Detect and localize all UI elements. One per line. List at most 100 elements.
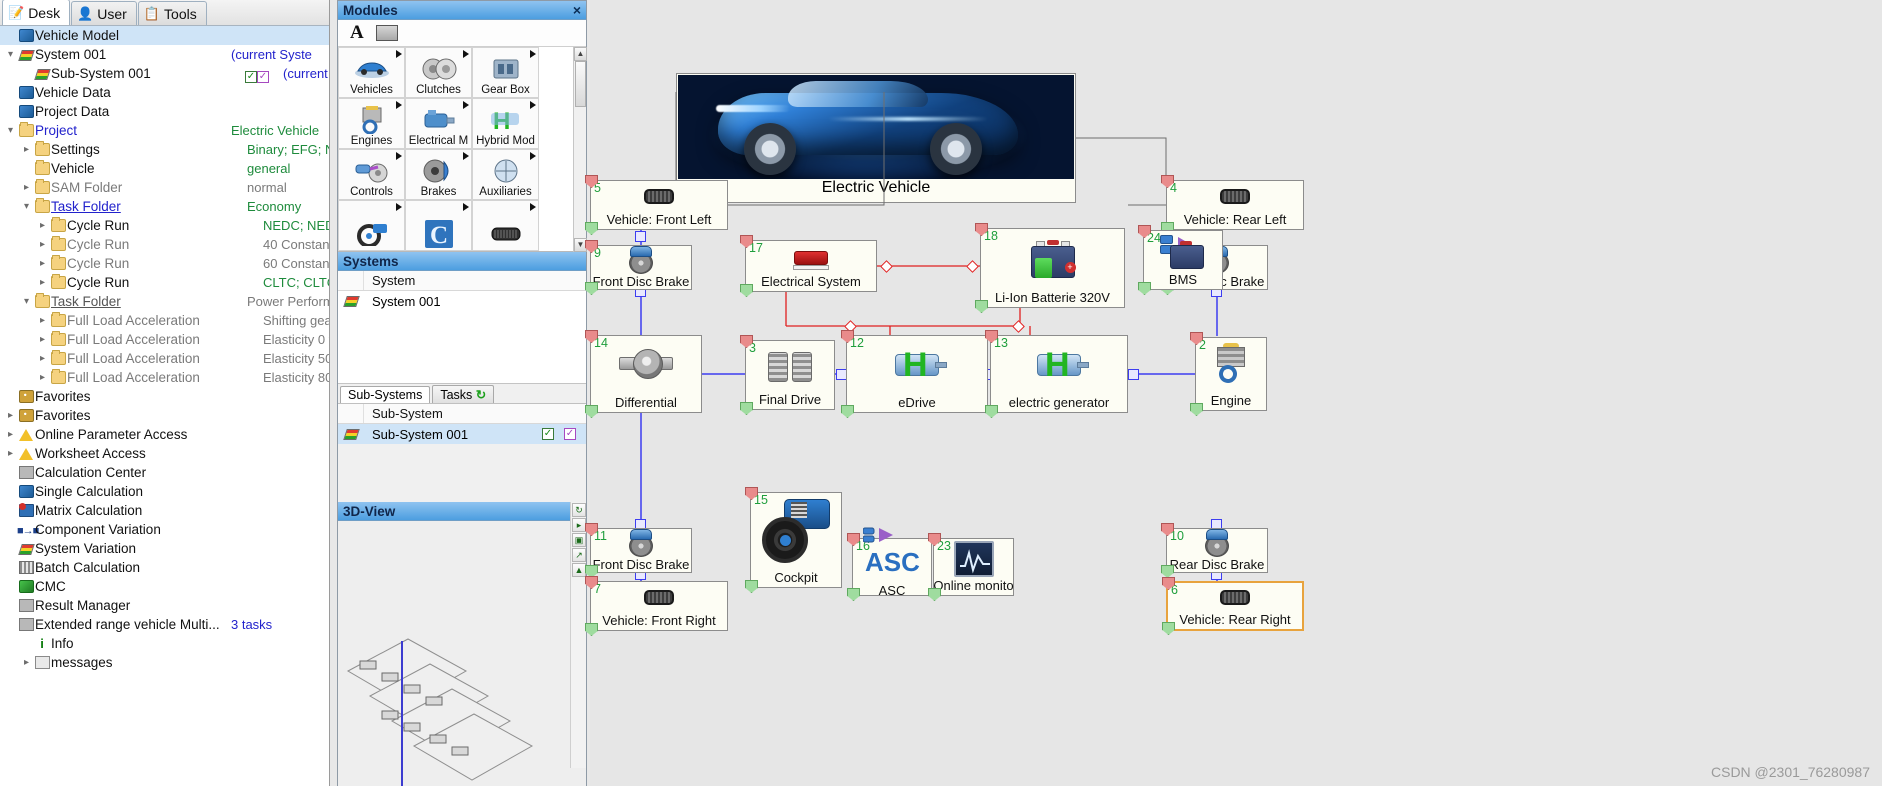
chevron-icon[interactable]: ▸ <box>36 353 49 364</box>
module-cell-gear-box[interactable]: Gear Box <box>472 47 539 98</box>
tab-user[interactable]: 👤 User <box>71 1 137 25</box>
tab-sub-systems[interactable]: Sub-Systems <box>340 386 431 403</box>
output-pin[interactable] <box>847 588 860 601</box>
tree-item-favorites[interactable]: Favorites <box>0 387 329 406</box>
chevron-icon[interactable]: ▸ <box>36 315 49 326</box>
connector-diamond[interactable] <box>966 260 979 273</box>
node-electric-generator[interactable]: 13 Helectric generator <box>985 330 1128 418</box>
pointer-icon[interactable]: ▸ <box>572 518 586 532</box>
tree-item-system-001[interactable]: ▾ System 001 (current Syste <box>0 45 329 64</box>
tree-item-vehicle[interactable]: Vehicle general <box>0 159 329 178</box>
tree-item-vehicle-model[interactable]: Vehicle Model <box>0 26 329 45</box>
chevron-right-icon[interactable] <box>396 152 402 160</box>
chevron-right-icon[interactable] <box>396 50 402 58</box>
table-row[interactable]: System 001 <box>338 291 586 311</box>
subsystems-table[interactable]: Sub-System Sub-System 001 ✓ ✓ <box>338 403 586 444</box>
tree-item-sam-folder[interactable]: ▸ SAM Folder normal <box>0 178 329 197</box>
output-pin[interactable] <box>985 405 998 418</box>
table-row[interactable]: Sub-System 001 ✓ ✓ <box>338 424 586 444</box>
tree-item-online-parameter-access[interactable]: ▸ Online Parameter Access <box>0 425 329 444</box>
chevron-icon[interactable]: ▸ <box>4 410 17 421</box>
module-cell-hybrid-mod[interactable]: HHybrid Mod <box>472 98 539 149</box>
tree-item-favorites[interactable]: ▸ Favorites <box>0 406 329 425</box>
node-cockpit[interactable]: 15 Cockpit <box>745 487 842 593</box>
output-pin[interactable] <box>841 405 854 418</box>
tree-item-component-variation[interactable]: ■→■ Component Variation <box>0 520 329 539</box>
tree-item-cycle-run[interactable]: ▸ Cycle Run NEDC; NEDC <box>0 216 329 235</box>
tab-tools[interactable]: 📋 Tools <box>137 1 207 25</box>
module-cell-constants[interactable]: C <box>405 200 472 251</box>
output-pin[interactable] <box>1162 622 1175 635</box>
output-pin[interactable] <box>740 284 753 297</box>
text-tool-icon[interactable]: A <box>350 22 364 44</box>
chevron-icon[interactable]: ▸ <box>20 657 33 668</box>
node-bms[interactable]: 24 BMS <box>1138 225 1223 295</box>
connector-square[interactable] <box>1128 369 1139 380</box>
tree-item-matrix-calculation[interactable]: Matrix Calculation <box>0 501 329 520</box>
tree-item-task-folder[interactable]: ▾ Task Folder Power Perform <box>0 292 329 311</box>
chevron-icon[interactable]: ▸ <box>20 182 33 193</box>
output-pin[interactable] <box>975 300 988 313</box>
chevron-right-icon[interactable] <box>463 203 469 211</box>
node-engine[interactable]: 2 Engine <box>1190 332 1267 416</box>
axis-icon[interactable]: ↗ <box>572 548 586 562</box>
chevron-icon[interactable]: ▸ <box>20 144 33 155</box>
module-cell-auxiliaries[interactable]: Auxiliaries <box>472 149 539 200</box>
tree-item-full-load-acceleration[interactable]: ▸ Full Load Acceleration Elasticity 0 to <box>0 330 329 349</box>
electric-vehicle-hero-node[interactable]: Electric Vehicle <box>676 73 1076 203</box>
subsystem-check-1[interactable]: ✓ <box>542 428 554 440</box>
chevron-icon[interactable]: ▾ <box>4 125 17 136</box>
chevron-right-icon[interactable] <box>396 101 402 109</box>
node-electrical-system[interactable]: 17 Electrical System <box>740 235 877 297</box>
tree-item-cycle-run[interactable]: ▸ Cycle Run CLTC; CLTC <box>0 273 329 292</box>
node-final-drive[interactable]: 3 Final Drive <box>740 335 835 415</box>
output-pin[interactable] <box>1138 282 1151 295</box>
output-pin[interactable] <box>1190 403 1203 416</box>
module-cell-engines[interactable]: Engines <box>338 98 405 149</box>
tree-item-extended-range-vehicle-multi[interactable]: Extended range vehicle Multi... 3 tasks <box>0 615 329 634</box>
chevron-icon[interactable]: ▸ <box>4 429 17 440</box>
chevron-right-icon[interactable] <box>396 203 402 211</box>
node-differential[interactable]: 14 Differential <box>585 330 702 418</box>
tree-item-worksheet-access[interactable]: ▸ Worksheet Access <box>0 444 329 463</box>
chevron-icon[interactable]: ▸ <box>36 239 49 250</box>
tree-item-calculation-center[interactable]: Calculation Center <box>0 463 329 482</box>
rotate-icon[interactable]: ↻ <box>572 503 586 517</box>
chevron-icon[interactable]: ▸ <box>36 334 49 345</box>
modules-grid[interactable]: Vehicles Clutches Gear Box Engines Electrica… <box>338 47 539 251</box>
node-vehicle-rear-right[interactable]: 6 Vehicle: Rear Right <box>1162 577 1304 635</box>
tree-item-full-load-acceleration[interactable]: ▸ Full Load Acceleration Shifting gears <box>0 311 329 330</box>
threed-toolbar[interactable]: ↻ ▸ ▣ ↗ ▲ <box>570 502 586 768</box>
diagram-canvas[interactable]: Electric Vehicle 5 Vehicle: Front Left 4… <box>585 0 1882 786</box>
box-tool-icon[interactable] <box>375 25 398 41</box>
connector-diamond[interactable] <box>880 260 893 273</box>
chevron-icon[interactable]: ▸ <box>36 258 49 269</box>
close-icon[interactable]: × <box>573 2 581 18</box>
module-cell-controls[interactable]: Controls <box>338 149 405 200</box>
chevron-icon[interactable]: ▾ <box>20 296 33 307</box>
chevron-right-icon[interactable] <box>463 152 469 160</box>
tree-item-single-calculation[interactable]: Single Calculation <box>0 482 329 501</box>
subsystem-check-2[interactable]: ✓ <box>564 428 576 440</box>
tree-item-cycle-run[interactable]: ▸ Cycle Run 60 Constant sp <box>0 254 329 273</box>
tree-item-system-variation[interactable]: System Variation <box>0 539 329 558</box>
node-edrive[interactable]: 12 HeDrive <box>841 330 988 418</box>
output-pin[interactable] <box>928 588 941 601</box>
chevron-right-icon[interactable] <box>463 101 469 109</box>
chevron-icon[interactable]: ▸ <box>36 372 49 383</box>
tree-item-full-load-acceleration[interactable]: ▸ Full Load Acceleration Elasticity 80 to <box>0 368 329 387</box>
tree-item-messages[interactable]: ▸ messages <box>0 653 329 672</box>
node-li-ion-batterie-320v[interactable]: 18 + Li-Ion Batterie 320V <box>975 223 1125 313</box>
tree-item-project-data[interactable]: Project Data <box>0 102 329 121</box>
grid-icon[interactable]: ▣ <box>572 533 586 547</box>
scroll-thumb[interactable] <box>575 61 586 107</box>
tree-item-vehicle-data[interactable]: Vehicle Data <box>0 83 329 102</box>
chevron-icon[interactable]: ▾ <box>20 201 33 212</box>
refresh-icon[interactable]: ↻ <box>476 388 486 402</box>
tree-item-sub-system-001[interactable]: Sub-System 001 ✓ ✓ (current <box>0 64 329 83</box>
node-vehicle-rear-left[interactable]: 4 Vehicle: Rear Left <box>1161 175 1304 235</box>
node-vehicle-front-right[interactable]: 7 Vehicle: Front Right <box>585 576 728 636</box>
module-cell-vehicles[interactable]: Vehicles <box>338 47 405 98</box>
chevron-right-icon[interactable] <box>463 50 469 58</box>
output-pin[interactable] <box>740 402 753 415</box>
